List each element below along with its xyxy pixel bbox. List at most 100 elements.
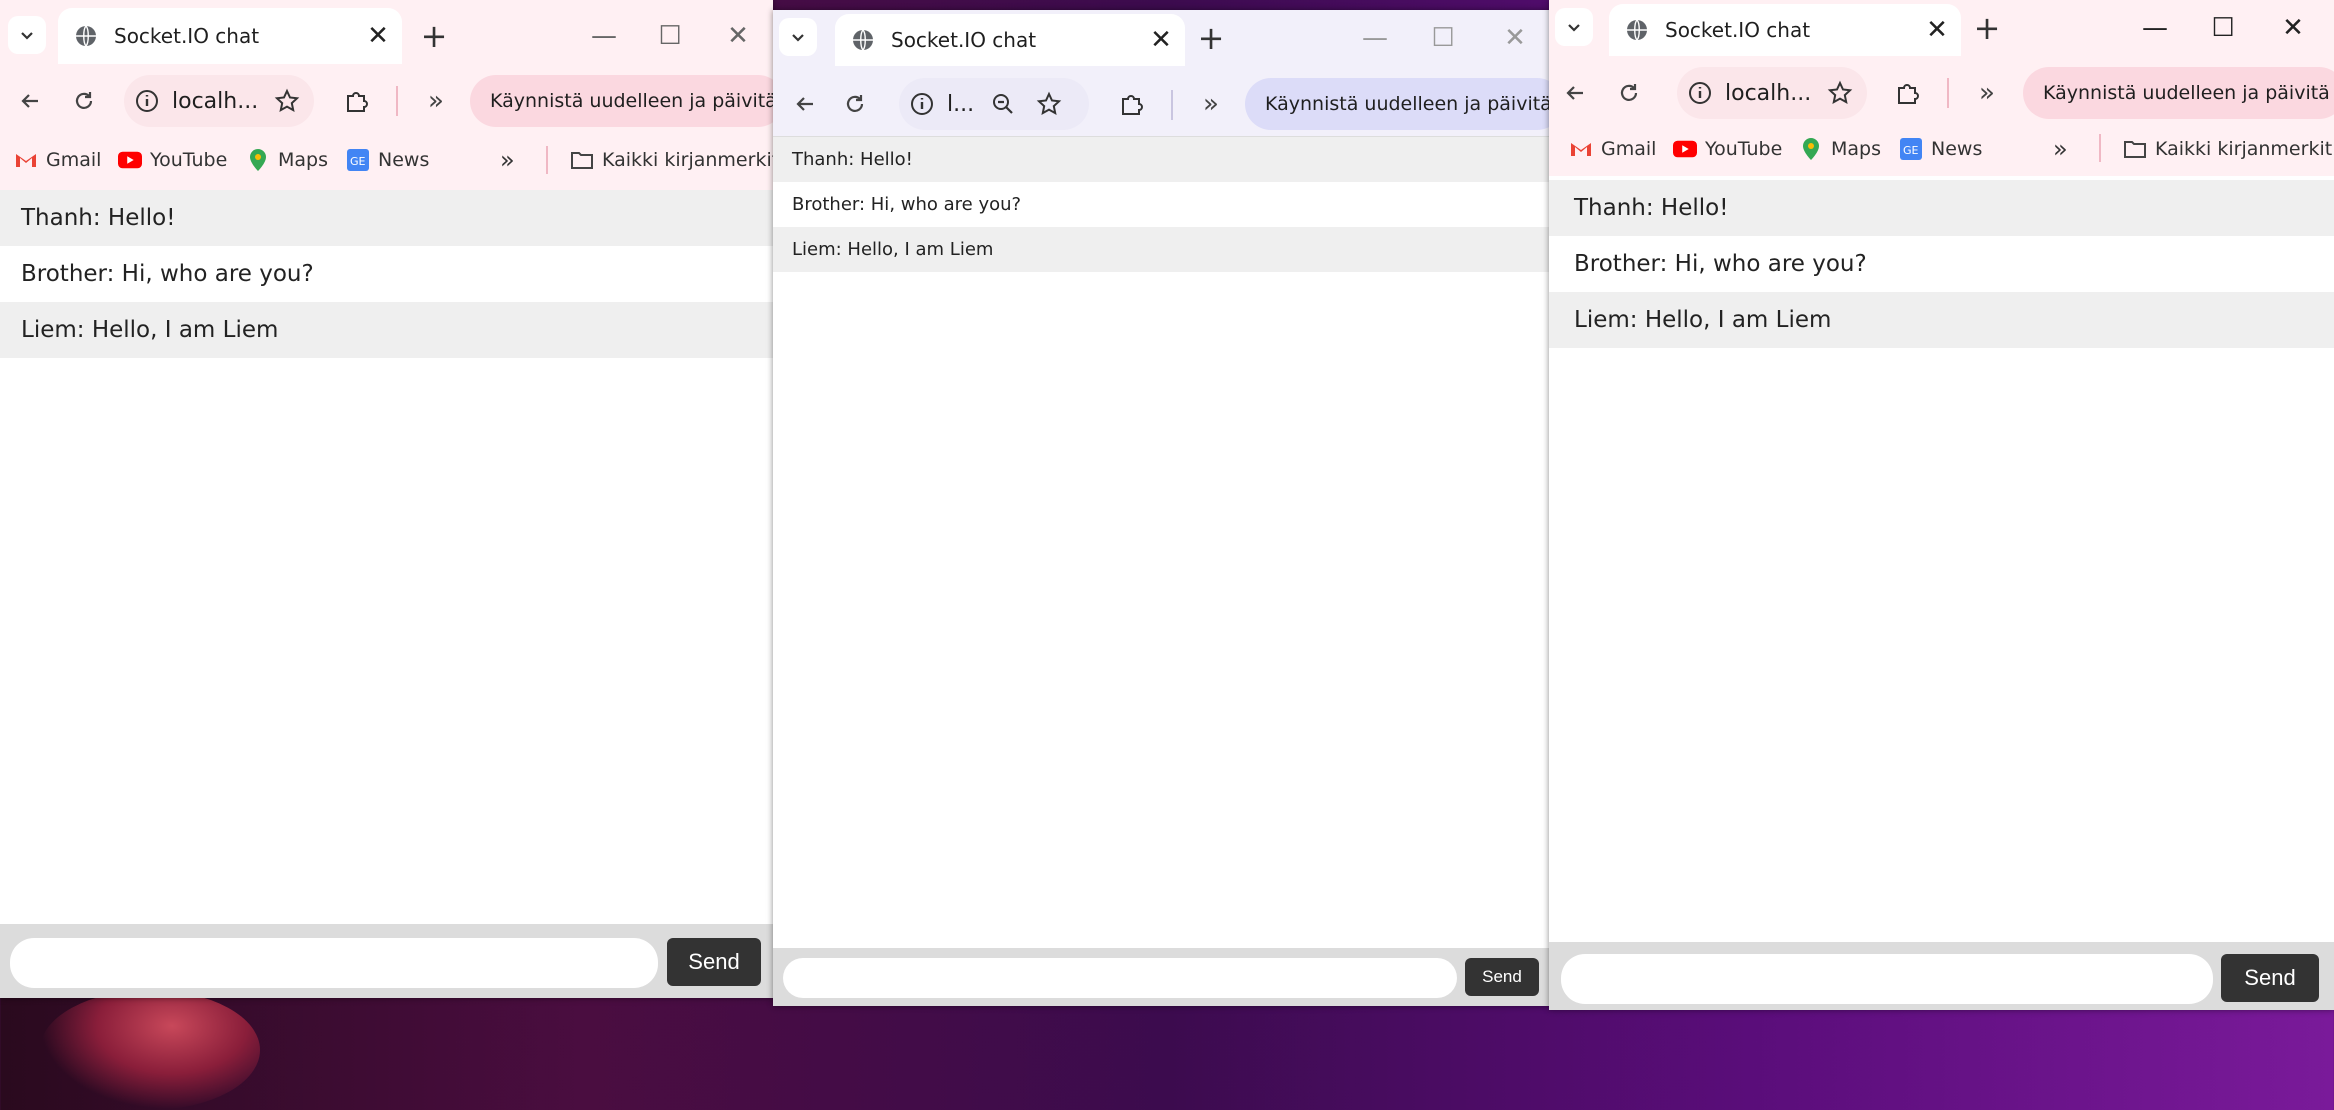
bookmark-label: Maps bbox=[278, 149, 328, 171]
puzzle-icon bbox=[1122, 95, 1143, 115]
message-input[interactable] bbox=[10, 938, 658, 988]
tab-socketio-chat[interactable]: Socket.IO chat ✕ bbox=[1609, 4, 1961, 56]
kebab-menu-icon[interactable]: ⋮ bbox=[2330, 80, 2334, 106]
list-item: Thanh: Hello! bbox=[1549, 180, 2334, 236]
tab-search-button[interactable] bbox=[8, 16, 46, 54]
address-bar[interactable]: localh... bbox=[124, 75, 314, 127]
list-item: Brother: Hi, who are you? bbox=[792, 194, 1022, 215]
more-extensions-button[interactable]: » bbox=[1965, 71, 2009, 115]
send-button[interactable]: Send bbox=[1465, 958, 1539, 996]
tab-search-button[interactable] bbox=[1555, 8, 1593, 46]
extensions-button[interactable] bbox=[334, 79, 378, 123]
message-input[interactable] bbox=[783, 958, 1457, 998]
message-input[interactable] bbox=[1561, 954, 2213, 1004]
double-chevron-right-icon: » bbox=[1979, 78, 1995, 108]
maps-icon bbox=[246, 148, 270, 172]
toolbar-divider bbox=[396, 86, 398, 116]
relaunch-update-button[interactable]: Käynnistä uudelleen ja päivitä ⋮ bbox=[2023, 67, 2334, 119]
maximize-button[interactable]: ☐ bbox=[1423, 18, 1463, 58]
info-icon[interactable] bbox=[909, 91, 935, 117]
back-button[interactable] bbox=[1553, 71, 1597, 115]
tab-title: Socket.IO chat bbox=[891, 28, 1037, 52]
send-button[interactable]: Send bbox=[2221, 954, 2319, 1002]
back-button[interactable] bbox=[783, 82, 827, 126]
info-icon[interactable] bbox=[1687, 80, 1713, 106]
maximize-button[interactable]: ☐ bbox=[650, 16, 690, 56]
relaunch-update-button[interactable]: Käynnistä uudelleen ja päivitä ⋮ bbox=[470, 75, 773, 127]
new-tab-button[interactable]: + bbox=[1967, 8, 2007, 48]
bookmark-youtube[interactable]: YouTube bbox=[118, 148, 227, 172]
bookmark-youtube[interactable]: YouTube bbox=[1673, 137, 1782, 161]
list-item: Liem: Hello, I am Liem bbox=[0, 302, 773, 358]
relaunch-update-button[interactable]: Käynnistä uudelleen ja päivitä ⋮ bbox=[1245, 78, 1549, 130]
tab-socketio-chat[interactable]: Socket.IO chat ✕ bbox=[835, 14, 1185, 66]
double-chevron-right-icon: » bbox=[2053, 135, 2068, 163]
bookmark-label: News bbox=[378, 149, 430, 171]
new-tab-button[interactable]: + bbox=[1191, 18, 1231, 58]
bookmarks-bar: Gmail YouTube Maps GE News » Kaikki kirj… bbox=[0, 132, 773, 188]
star-icon[interactable] bbox=[1036, 91, 1062, 117]
tab-search-button[interactable] bbox=[779, 18, 817, 56]
minimize-button[interactable]: — bbox=[584, 16, 624, 56]
info-icon[interactable] bbox=[134, 88, 160, 114]
chevron-down-icon bbox=[21, 32, 33, 40]
maps-icon bbox=[1799, 137, 1823, 161]
list-item: Thanh: Hello! bbox=[0, 190, 773, 246]
url-text: localh... bbox=[172, 88, 259, 114]
reload-button[interactable] bbox=[1607, 71, 1651, 115]
arrow-left-icon bbox=[21, 94, 38, 108]
back-button[interactable] bbox=[8, 79, 52, 123]
close-tab-icon[interactable]: ✕ bbox=[1147, 25, 1175, 55]
extensions-button[interactable] bbox=[1109, 82, 1153, 126]
close-window-button[interactable]: ✕ bbox=[718, 16, 758, 56]
relaunch-label: Käynnistä uudelleen ja päivitä bbox=[490, 90, 773, 112]
bookmark-label: Maps bbox=[1831, 138, 1881, 160]
reload-button[interactable] bbox=[833, 82, 877, 126]
list-item: Liem: Hello, I am Liem bbox=[773, 227, 1549, 272]
bookmark-label: Kaikki kirjanmerkit bbox=[602, 149, 773, 171]
address-bar[interactable]: l... bbox=[899, 78, 1089, 130]
reload-button[interactable] bbox=[62, 79, 106, 123]
bookmark-maps[interactable]: Maps bbox=[1799, 137, 1881, 161]
message-form: Send bbox=[0, 924, 773, 998]
close-tab-icon[interactable]: ✕ bbox=[1923, 15, 1951, 45]
minimize-button[interactable]: — bbox=[1355, 18, 1395, 58]
puzzle-icon bbox=[347, 92, 368, 112]
star-icon[interactable] bbox=[274, 88, 300, 114]
browser-window-3: Socket.IO chat ✕ + — ☐ ✕ localh... » Käy… bbox=[1549, 0, 2334, 1010]
more-bookmarks-button[interactable]: » bbox=[2053, 135, 2068, 163]
address-bar[interactable]: localh... bbox=[1677, 67, 1867, 119]
more-extensions-button[interactable]: » bbox=[414, 79, 458, 123]
message-form: Send bbox=[1549, 942, 2334, 1010]
extensions-button[interactable] bbox=[1885, 71, 1929, 115]
bookmark-gmail[interactable]: Gmail bbox=[14, 148, 101, 172]
browser-window-2: Socket.IO chat ✕ + — ☐ ✕ l... » Käynnist… bbox=[773, 10, 1549, 1006]
relaunch-label: Käynnistä uudelleen ja päivitä bbox=[2043, 82, 2330, 104]
bookmark-news[interactable]: GE News bbox=[346, 148, 429, 172]
bookmark-all-bookmarks[interactable]: Kaikki kirjanmerkit bbox=[570, 148, 773, 172]
bookmark-label: YouTube bbox=[1705, 138, 1783, 160]
browser-window-1: Socket.IO chat ✕ + — ☐ ✕ localh... » Käy… bbox=[0, 0, 773, 998]
close-tab-icon[interactable]: ✕ bbox=[364, 21, 392, 51]
message-form: Send bbox=[773, 948, 1549, 1006]
youtube-icon bbox=[118, 148, 142, 172]
bookmark-news[interactable]: GE News bbox=[1899, 137, 1982, 161]
bookmark-maps[interactable]: Maps bbox=[246, 148, 328, 172]
youtube-icon bbox=[1673, 137, 1697, 161]
more-bookmarks-button[interactable]: » bbox=[500, 146, 515, 174]
desktop-wallpaper bbox=[40, 990, 260, 1110]
bookmark-all-bookmarks[interactable]: Kaikki kirjanmerkit bbox=[2123, 137, 2332, 161]
maximize-button[interactable]: ☐ bbox=[2203, 8, 2243, 48]
close-window-button[interactable]: ✕ bbox=[1495, 18, 1535, 58]
list-item: Thanh: Hello! bbox=[773, 137, 1549, 182]
bookmark-gmail[interactable]: Gmail bbox=[1569, 137, 1656, 161]
minimize-button[interactable]: — bbox=[2135, 8, 2175, 48]
close-window-button[interactable]: ✕ bbox=[2273, 8, 2313, 48]
star-icon[interactable] bbox=[1827, 80, 1853, 106]
new-tab-button[interactable]: + bbox=[414, 16, 454, 56]
url-text: l... bbox=[947, 91, 975, 117]
tab-socketio-chat[interactable]: Socket.IO chat ✕ bbox=[58, 8, 402, 64]
more-extensions-button[interactable]: » bbox=[1189, 82, 1233, 126]
zoom-out-icon[interactable] bbox=[990, 91, 1016, 117]
send-button[interactable]: Send bbox=[667, 938, 761, 986]
